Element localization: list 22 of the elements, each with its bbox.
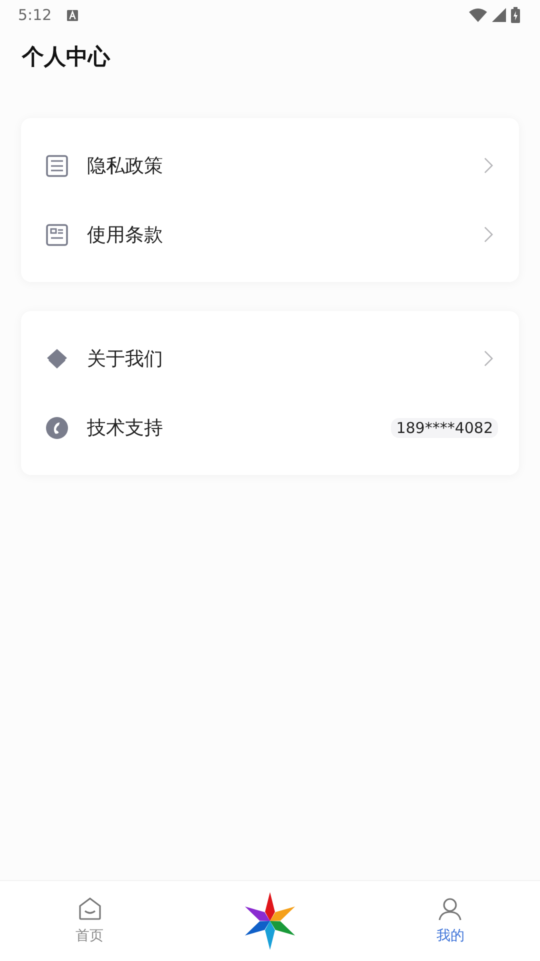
document-icon xyxy=(46,154,68,176)
chevron-right-icon xyxy=(484,157,493,174)
battery-icon xyxy=(511,7,520,23)
nav-tab[interactable]: 我的 xyxy=(420,897,480,945)
menu-label[interactable]: 关于我们 xyxy=(87,346,484,372)
menu-label[interactable]: 技术支持 xyxy=(87,414,392,440)
id-card-icon xyxy=(46,224,68,246)
wifi-icon xyxy=(469,8,487,22)
home-icon xyxy=(78,897,102,921)
nav-tab[interactable]: 首页 xyxy=(60,897,120,945)
chevron-right-icon xyxy=(484,226,493,243)
page-title: 个人中心 xyxy=(22,44,112,72)
phone-number: 189****4082 xyxy=(391,418,498,438)
chevron-right-icon xyxy=(484,350,493,367)
signal-icon xyxy=(492,8,506,22)
person-icon xyxy=(438,897,462,921)
menu-label[interactable]: 使用条款 xyxy=(87,222,484,248)
menu-label[interactable]: 隐私政策 xyxy=(87,152,484,178)
phone-icon xyxy=(46,416,68,438)
status-time: 5:12 xyxy=(18,6,52,24)
notification-icon xyxy=(66,10,78,20)
diamond-icon xyxy=(46,348,68,370)
